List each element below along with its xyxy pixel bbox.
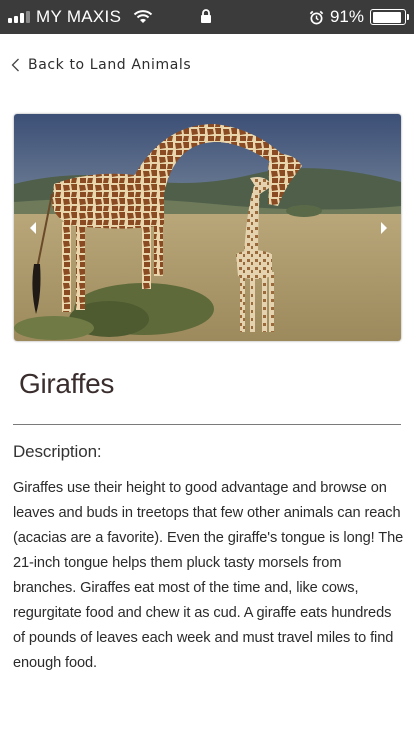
description-text: Giraffes use their height to good advant… bbox=[13, 480, 404, 671]
signal-icon bbox=[8, 11, 30, 23]
back-link-label: Back to Land Animals bbox=[28, 57, 192, 73]
battery-icon bbox=[370, 9, 409, 25]
battery-level bbox=[372, 11, 401, 23]
giraffe-photo bbox=[14, 114, 401, 341]
status-right: 91% bbox=[309, 7, 409, 27]
page-title: Giraffes bbox=[19, 368, 115, 399]
back-to-land-animals-link[interactable]: Back to Land Animals bbox=[11, 55, 191, 75]
chevron-left-icon bbox=[11, 58, 19, 72]
battery-percent: 91% bbox=[329, 7, 364, 26]
lock-icon bbox=[201, 9, 211, 23]
carrier-name: MY MAXIS bbox=[36, 7, 122, 26]
status-left: MY MAXIS bbox=[8, 7, 153, 27]
description-label: Description: bbox=[13, 442, 102, 461]
chevron-right-icon[interactable] bbox=[379, 221, 389, 235]
divider bbox=[13, 424, 401, 425]
wifi-icon bbox=[134, 10, 153, 23]
chevron-left-icon[interactable] bbox=[28, 221, 38, 235]
image-carousel[interactable] bbox=[14, 114, 401, 341]
alarm-icon bbox=[309, 10, 324, 24]
status-bar: MY MAXIS 91% bbox=[0, 0, 414, 34]
